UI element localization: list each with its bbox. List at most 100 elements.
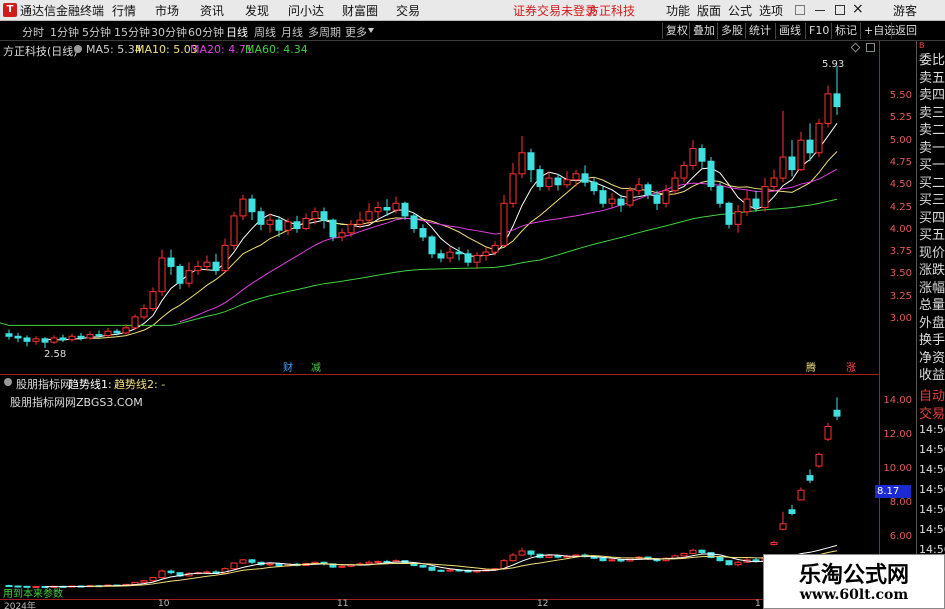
app-logo-icon: T [3,3,17,17]
quote-field[interactable]: 涨幅 [919,277,945,296]
maximize-icon[interactable] [835,5,845,15]
indicator-bar [689,548,697,555]
menu-wealth[interactable]: 财富圈 [342,2,378,19]
candle [590,178,598,195]
price-tick: 4.50 [889,179,912,191]
settings-icon[interactable] [795,5,805,15]
menu-news[interactable]: 资讯 [200,2,224,19]
auto-trade-label[interactable]: 交易 [919,403,945,422]
quote-field[interactable]: 现价 [919,242,945,261]
close-icon[interactable]: × [852,1,864,17]
quote-field[interactable]: 买四 [919,207,945,226]
menu-function[interactable]: 功能 [666,2,690,19]
marker-jian[interactable]: 减 [311,359,321,374]
candle [779,110,787,183]
menu-layout[interactable]: 版面 [697,2,721,19]
menu-trade[interactable]: 交易 [396,2,420,19]
low-price-label: 2.58 [44,349,67,360]
period-5min[interactable]: 5分钟 [82,24,111,40]
menu-options[interactable]: 选项 [759,2,783,19]
trade-time: 14:56 [919,423,945,436]
quote-field[interactable]: 委比 [919,49,945,68]
login-warning[interactable]: 证券交易未登录 [513,2,597,19]
candle [41,337,49,349]
period-monthly[interactable]: 月线 [281,24,303,40]
price-tick: 3.75 [889,246,912,258]
menu-ask[interactable]: 问小达 [288,2,324,19]
candle [500,194,508,248]
candle [464,249,472,267]
quote-field[interactable]: 卖三 [919,102,945,121]
marker-cai[interactable]: 财 [283,359,293,374]
candle [491,241,499,256]
candle [23,335,31,347]
period-multi[interactable]: 多周期 [308,24,341,40]
period-daily[interactable]: 日线 [226,24,248,40]
period-weekly[interactable]: 周线 [254,24,276,40]
menu-markets[interactable]: 市场 [155,2,179,19]
app-title: 通达信金融终端 [20,4,105,18]
indicator-tick: 8.00 [889,497,912,508]
period-tick[interactable]: 分时 [22,24,44,40]
quote-field[interactable]: 外盘 [919,312,945,331]
kline-plot [0,66,841,349]
indicator-bar [248,559,256,564]
btn-back[interactable]: 返回 [891,23,920,39]
marker-teng[interactable]: 腾 [806,359,816,374]
indicator-bar [149,576,157,582]
quote-panel[interactable]: B 委比 卖五 卖四 卖三 卖二 卖一 买一 买二 买三 买四 买五 现价 涨跌 涨幅 总量 外盘 换手 净资 收益… [916,41,945,609]
quote-field[interactable]: 换手 [919,329,945,348]
candle [770,169,778,191]
btn-statistics[interactable]: 统计 [745,23,774,39]
candle [536,165,544,191]
quote-field[interactable]: 卖五 [919,67,945,86]
quote-field[interactable]: 总量 [919,294,945,313]
quote-field[interactable]: 买五 [919,224,945,243]
menu-discover[interactable]: 发现 [245,2,269,19]
user-label[interactable]: 游客 [893,2,917,19]
indicator-bar [608,558,616,562]
menu-market[interactable]: 行情 [112,2,136,19]
chevron-down-icon[interactable] [368,28,374,33]
period-30min[interactable]: 30分钟 [151,24,187,40]
quote-field[interactable]: 涨跌 [919,259,945,278]
period-more[interactable]: 更多 [345,24,367,40]
btn-multi-stock[interactable]: 多股 [717,23,746,39]
quote-field[interactable]: 净资 [919,347,945,366]
candle [293,215,301,233]
candle [599,186,607,208]
quote-field[interactable]: 买三 [919,189,945,208]
indicator-bar [338,565,346,568]
indicator-bar [140,579,148,583]
minimize-icon[interactable] [815,10,825,11]
candle [428,235,436,258]
candle [32,336,40,345]
period-15min[interactable]: 15分钟 [114,24,150,40]
btn-f10[interactable]: F10 [805,23,832,39]
menu-formula[interactable]: 公式 [728,2,752,19]
period-60min[interactable]: 60分钟 [188,24,224,40]
candle [581,165,589,187]
indicator-chart[interactable]: 股朋指标网 趋势线1: - 趋势线2: - 股朋指标网网ZBGS3.COM 用到… [0,374,912,600]
marker-zhang[interactable]: 涨 [846,359,856,374]
quote-field[interactable]: 收益 [919,364,945,383]
kline-chart[interactable]: 方正科技(日线) MA5: 5.34 MA10: 5.03 MA20: 4.71… [0,41,912,374]
quote-field[interactable]: 卖二 [919,119,945,138]
auto-trade-label[interactable]: 自动 [919,385,945,404]
quote-field[interactable]: 买一 [919,154,945,173]
candle [401,201,409,221]
date-label: 10 [158,599,170,609]
quote-field[interactable]: 卖一 [919,137,945,156]
btn-adjust[interactable]: 复权 [662,23,691,39]
quote-field[interactable]: 卖四 [919,84,945,103]
period-1min[interactable]: 1分钟 [50,24,79,40]
candle [446,247,454,263]
indicator-bottom-text: 用到本来参数 [3,589,63,600]
btn-mark[interactable]: 标记 [831,23,860,39]
indicator-bar [779,511,787,531]
value-tag: 8.17 [875,485,911,498]
btn-draw[interactable]: 画线 [775,23,804,39]
btn-overlay[interactable]: 叠加 [689,23,718,39]
candle [455,247,463,261]
quote-field[interactable]: 买二 [919,172,945,191]
